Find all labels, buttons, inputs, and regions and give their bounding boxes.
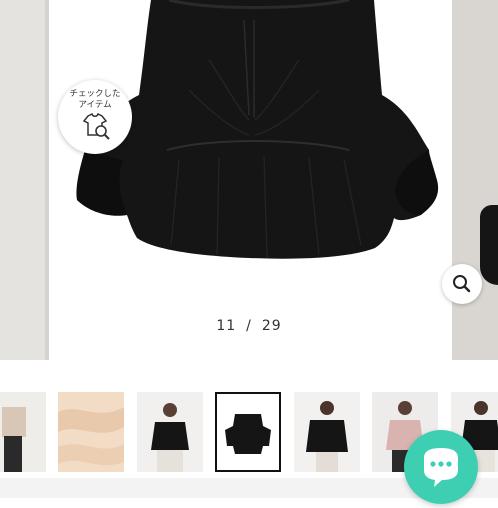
next-image-peek[interactable]	[452, 0, 498, 360]
image-counter: 11 / 29	[0, 318, 498, 334]
counter-current: 11	[216, 318, 237, 334]
black-blouse-image	[76, 0, 439, 259]
checked-items-label: チェックした アイテム	[69, 89, 121, 110]
shirt-search-icon	[82, 113, 110, 140]
checked-items-button[interactable]: チェックした アイテム	[58, 80, 132, 154]
counter-total: 29	[261, 318, 282, 334]
zoom-button[interactable]	[442, 264, 482, 304]
main-product-image[interactable]: チェックした アイテム	[49, 0, 452, 360]
thumbnail-black-blouse-flat[interactable]	[215, 392, 281, 472]
chat-button[interactable]	[404, 430, 478, 504]
previous-image-peek[interactable]	[0, 0, 49, 360]
counter-separator: /	[246, 318, 252, 334]
thumbnail-model-black-pose[interactable]	[294, 392, 360, 472]
chat-bubble-icon	[424, 448, 458, 487]
thumbnail-model-front-beige[interactable]	[0, 392, 46, 472]
thumbnail-fabric-closeup[interactable]	[58, 392, 124, 472]
next-image-garment	[480, 205, 498, 285]
thumbnail-model-black-top[interactable]	[137, 392, 203, 472]
magnifier-icon	[453, 275, 471, 293]
